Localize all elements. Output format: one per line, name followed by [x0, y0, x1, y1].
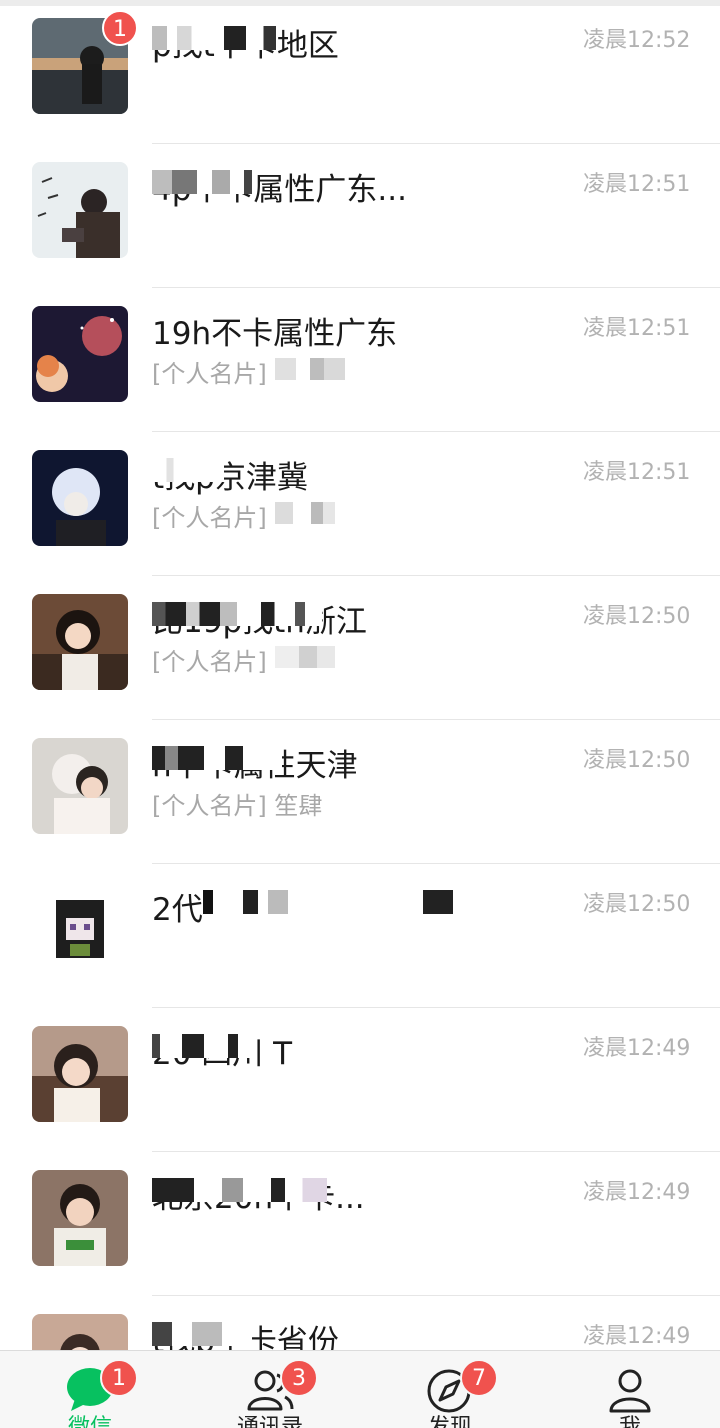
avatar[interactable] [32, 738, 128, 834]
avatar[interactable] [32, 306, 128, 402]
chat-time: 凌晨12:49 [583, 1324, 691, 1349]
chat-row[interactable]: 20 四川 T 凌晨12:49 [0, 1008, 720, 1152]
tab-chats[interactable]: 1 微信 [0, 1351, 180, 1428]
avatar[interactable] [32, 450, 128, 546]
tab-badge: 7 [460, 1359, 498, 1397]
unread-badge: 1 [102, 10, 138, 46]
avatar[interactable] [32, 594, 128, 690]
pixel-mask [152, 26, 276, 50]
chat-row[interactable]: t找p京津冀 [个人名片] 凌晨12:51 [0, 432, 720, 576]
chat-row[interactable]: 北京20h不卡... 凌晨12:49 [0, 1152, 720, 1296]
chat-row[interactable]: 4p不卡属性广东... 凌晨12:51 [0, 144, 720, 288]
pixel-mask [202, 890, 453, 914]
chat-row[interactable]: h不卡属性天津 [个人名片] 笙肆 凌晨12:50 [0, 720, 720, 864]
chat-row[interactable]: 1 p找t不卡地区 凌晨12:52 [0, 0, 720, 144]
chat-subtitle: [个人名片] [152, 358, 552, 390]
bottom-tab-bar: 1 微信 3 通讯录 7 发现 我 [0, 1350, 720, 1428]
pixel-mask [152, 746, 282, 770]
chat-time: 凌晨12:51 [583, 316, 691, 341]
avatar[interactable] [32, 1026, 128, 1122]
chat-title: 4p不卡属性广东... [152, 170, 407, 208]
pixel-mask [152, 1034, 252, 1058]
chat-row[interactable]: 比19p找th浙江 [个人名片] 凌晨12:50 [0, 576, 720, 720]
chat-time: 凌晨12:49 [583, 1180, 691, 1205]
pixel-mask [274, 502, 335, 524]
chat-title: 比19p找th浙江 [152, 602, 572, 642]
tab-label: 通讯录 [236, 1415, 303, 1428]
chat-time: 凌晨12:50 [583, 892, 691, 917]
pixel-mask [274, 646, 335, 668]
chat-list[interactable]: 1 p找t不卡地区 凌晨12:52 4p不卡属性广东... 凌晨12:51 19… [0, 0, 720, 1350]
chat-title: 北京20h不卡... [152, 1178, 572, 1218]
chat-title: p找t不卡地区 [152, 26, 572, 66]
avatar[interactable] [32, 1314, 128, 1350]
tab-label: 我 [618, 1415, 641, 1428]
tab-label: 微信 [67, 1415, 112, 1428]
chat-title: 2代 [152, 890, 572, 930]
pixel-mask [152, 1178, 327, 1202]
tab-badge: 1 [100, 1359, 138, 1397]
tab-badge: 3 [280, 1359, 318, 1397]
pixel-mask [152, 602, 322, 626]
chat-title: 19h不卡属性广东 [152, 316, 398, 352]
chat-time: 凌晨12:49 [583, 1036, 691, 1061]
avatar[interactable] [32, 1170, 128, 1266]
chat-title: 20 四川 T [152, 1034, 572, 1074]
chat-time: 凌晨12:51 [583, 172, 691, 197]
pixel-mask [152, 170, 252, 194]
pixel-mask [152, 458, 224, 482]
chat-subtitle: [个人名片] 笙肆 [152, 792, 323, 820]
person-icon [609, 1369, 651, 1413]
tab-discover[interactable]: 7 发现 [360, 1351, 540, 1428]
chat-time: 凌晨12:51 [583, 460, 691, 485]
chat-title: t找p不卡省份 [152, 1322, 572, 1350]
pixel-mask [274, 358, 345, 380]
chat-subtitle: [个人名片] [152, 646, 552, 678]
chat-time: 凌晨12:50 [583, 604, 691, 629]
chat-time: 凌晨12:52 [583, 28, 691, 53]
pixel-mask [152, 1322, 252, 1346]
tab-label: 发现 [427, 1415, 472, 1428]
chat-row[interactable]: 2代 凌晨12:50 [0, 864, 720, 1008]
chat-row[interactable]: 19h不卡属性广东 [个人名片] 凌晨12:51 [0, 288, 720, 432]
chat-subtitle: [个人名片] [152, 502, 552, 534]
tab-me[interactable]: 我 [540, 1351, 720, 1428]
chat-row[interactable]: t找p不卡省份 凌晨12:49 [0, 1296, 720, 1350]
avatar[interactable] [32, 882, 128, 978]
avatar[interactable] [32, 162, 128, 258]
chat-title: h不卡属性天津 [152, 746, 572, 786]
tab-contacts[interactable]: 3 通讯录 [180, 1351, 360, 1428]
chat-title: t找p京津冀 [152, 458, 308, 496]
chat-time: 凌晨12:50 [583, 748, 691, 773]
